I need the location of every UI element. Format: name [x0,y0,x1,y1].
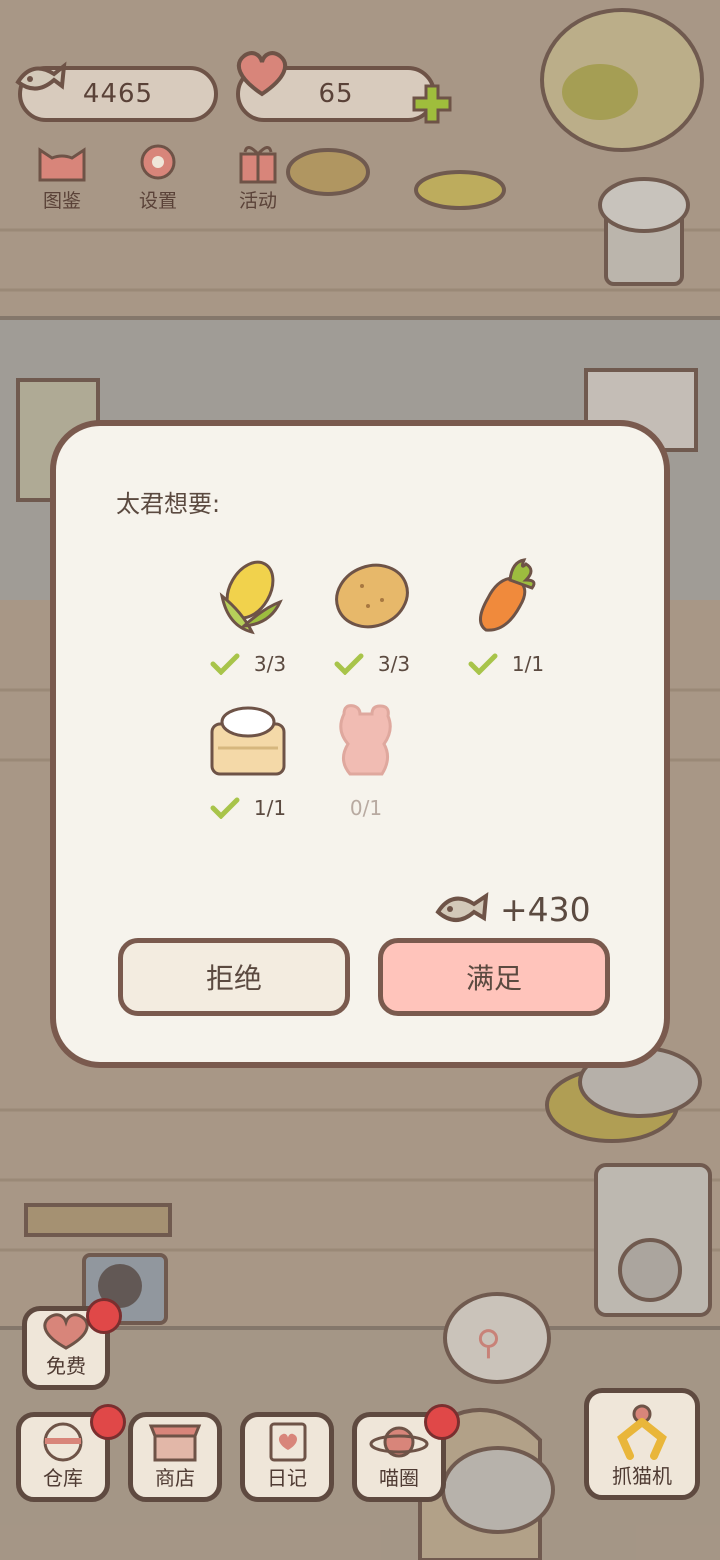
request-item-corn: 3/3 [188,556,308,696]
heart-icon [236,51,288,97]
accept-button[interactable]: 满足 [378,938,610,1016]
rice-bowl-icon [43,1422,83,1462]
heart-currency-value: 65 [318,79,354,109]
corn-icon [219,560,283,635]
request-item-gummy-bear: 0/1 [306,700,426,840]
reward-display: +430 [432,886,591,932]
planet-cat-icon [369,1426,429,1458]
gummy-bear-icon [339,704,392,776]
carrot-icon [479,558,536,632]
request-prompt: 太君想要: [116,490,221,518]
encyclopedia-button[interactable]: 图鉴 [22,140,102,220]
accept-label: 满足 [465,962,522,995]
shop-label: 商店 [155,1466,195,1490]
request-item-flour: 1/1 [188,700,308,840]
free-label: 免费 [46,1354,86,1378]
request-item-potato: 3/3 [312,556,432,696]
warehouse-label: 仓库 [43,1466,83,1490]
fish-currency-value: 4465 [82,79,154,109]
potato-count: 3/3 [312,652,432,676]
reject-button[interactable]: 拒绝 [118,938,350,1016]
check-icon [468,653,498,675]
check-icon [334,653,364,675]
potato-count-text: 3/3 [377,652,411,676]
flour-count: 1/1 [188,796,308,820]
claw-icon [617,1404,667,1460]
gift-icon [239,146,277,184]
settings-button[interactable]: 设置 [118,140,198,220]
meow-circle-label: 喵圈 [379,1466,419,1490]
gummy-bear-count: 0/1 [306,796,426,820]
claw-machine-button[interactable]: 抓猫机 [584,1388,700,1500]
warehouse-notification-dot [90,1404,126,1440]
corn-count-text: 3/3 [253,652,287,676]
flour-count-text: 1/1 [253,796,287,820]
meow-circle-notification-dot [424,1404,460,1440]
encyclopedia-label: 图鉴 [42,190,81,212]
events-button[interactable]: 活动 [218,140,298,220]
add-hearts-button[interactable] [410,82,454,126]
check-icon [210,653,240,675]
claw-machine-label: 抓猫机 [612,1464,672,1488]
corn-count: 3/3 [188,652,308,676]
diary-icon [269,1422,307,1462]
gummy-bear-count-text: 0/1 [349,796,383,820]
diary-button[interactable]: 日记 [240,1412,334,1502]
free-notification-dot [86,1298,122,1334]
shop-icon [148,1424,202,1462]
reward-amount: +430 [500,889,591,929]
request-dialog: 太君想要: 3/3 3/3 1/1 1/1 0/1 +430 拒绝 满足 [50,420,670,1068]
diary-label: 日记 [267,1466,307,1490]
carrot-count-text: 1/1 [511,652,545,676]
shop-button[interactable]: 商店 [128,1412,222,1502]
gear-icon [140,144,176,180]
settings-label: 设置 [138,190,177,212]
carrot-count: 1/1 [446,652,566,676]
potato-icon [335,563,409,629]
request-item-carrot: 1/1 [446,556,566,696]
flour-icon [210,706,286,776]
fish-icon [15,61,67,91]
check-icon [210,797,240,819]
events-label: 活动 [238,190,277,212]
cat-face-icon [38,147,86,182]
reject-label: 拒绝 [205,962,262,995]
fish-icon [435,892,489,922]
